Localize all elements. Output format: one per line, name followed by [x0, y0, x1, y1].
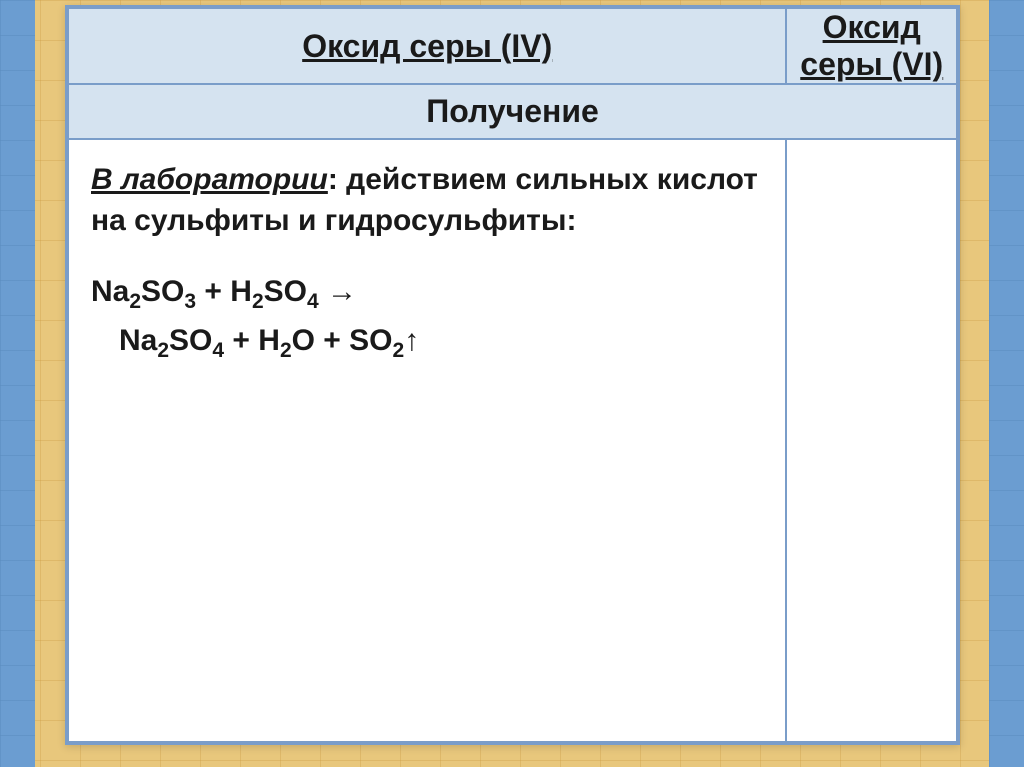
lab-word: В лаборатории [91, 163, 328, 196]
content-oxide-vi [786, 139, 957, 742]
header-oxide-vi: Оксид серы (VI) [786, 8, 957, 84]
content-oxide-iv: В лаборатории: действием сильных кислот … [68, 139, 786, 742]
section-preparation: Получение [68, 84, 957, 139]
formula-line-2: Na2SO4 + H2O + SO2↑ [91, 318, 763, 367]
chemical-equation: Na2SO3 + H2SO4 → Na2SO4 + H2O + SO2↑ [91, 269, 763, 366]
oxide-comparison-table: Оксид серы (IV) Оксид серы (VI) Получени… [65, 5, 960, 745]
formula-line-1: Na2SO3 + H2SO4 → [91, 269, 763, 318]
lab-description: В лаборатории: действием сильных кислот … [91, 160, 763, 241]
header-oxide-iv: Оксид серы (IV) [68, 8, 786, 84]
